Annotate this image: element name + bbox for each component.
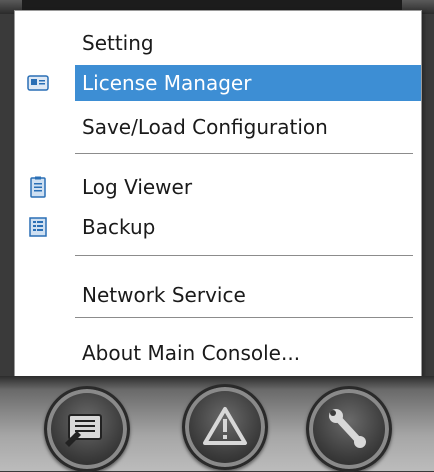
menu-item-log-viewer[interactable]: Log Viewer (15, 167, 421, 207)
alert-icon (203, 407, 247, 445)
menu-item-about-main-console[interactable]: About Main Console... (15, 333, 421, 373)
monitor-button[interactable] (44, 386, 130, 472)
wrench-icon (329, 409, 366, 448)
title-bar-dark (22, 0, 402, 10)
bottom-toolbar (0, 376, 434, 472)
menu-item-label: Save/Load Configuration (82, 115, 328, 139)
menu-item-license-manager[interactable]: License Manager (15, 63, 421, 103)
menu-item-label: Setting (82, 31, 154, 55)
menu-separator (75, 153, 413, 155)
menu-item-label: Backup (82, 215, 156, 239)
context-menu: Setting License Manager Save/Load Config… (14, 10, 422, 377)
menu-item-network-service[interactable]: Network Service (15, 275, 421, 315)
menu-item-save-load-configuration[interactable]: Save/Load Configuration (15, 107, 421, 147)
monitor-icon (65, 414, 102, 447)
menu-item-label: Log Viewer (82, 175, 193, 199)
menu-item-setting[interactable]: Setting (15, 23, 421, 63)
backup-list-icon (27, 216, 49, 238)
license-card-icon (27, 72, 49, 94)
alert-button[interactable] (182, 384, 268, 470)
menu-item-label: About Main Console... (82, 341, 301, 365)
settings-button[interactable] (306, 386, 392, 472)
menu-separator (75, 255, 413, 257)
menu-separator (75, 317, 413, 319)
clipboard-log-icon (27, 176, 49, 198)
menu-item-backup[interactable]: Backup (15, 207, 421, 247)
menu-item-label: Network Service (82, 283, 246, 307)
menu-item-label: License Manager (82, 71, 252, 95)
